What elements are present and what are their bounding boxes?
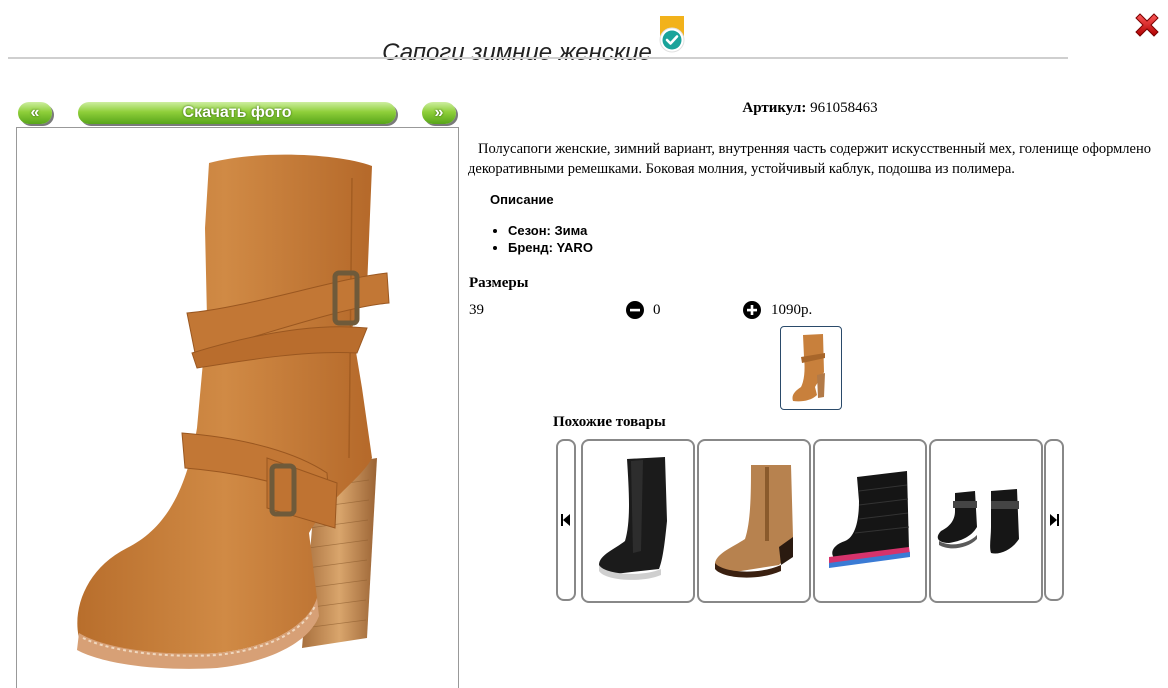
minus-circle-icon [626, 301, 644, 319]
similar-next-button[interactable] [1044, 439, 1064, 601]
prev-photo-button[interactable]: « [18, 102, 52, 124]
similar-title: Похожие товары [553, 414, 666, 430]
similar-prev-button[interactable] [556, 439, 576, 601]
spec-season: Сезон: Зима [508, 222, 593, 239]
tan-suede-boot-image [77, 154, 390, 669]
plus-circle-icon [743, 301, 761, 319]
close-icon [1135, 13, 1159, 37]
sku-label: Артикул: [742, 100, 807, 116]
sizes-title: Размеры [469, 275, 529, 291]
verified-badge-icon [658, 16, 686, 56]
title-divider [8, 57, 1068, 59]
close-button[interactable] [1131, 9, 1163, 41]
price-value: 1090р. [771, 302, 813, 318]
page-title-text: Сапоги зимние женские [382, 39, 652, 66]
download-photo-button[interactable]: Скачать фото [78, 102, 396, 124]
page-title: Сапоги зимние женские [0, 16, 1068, 67]
similar-item-3[interactable] [813, 439, 927, 603]
black-leather-boot-icon [599, 457, 667, 580]
next-photo-button[interactable]: » [422, 102, 456, 124]
photo-thumbnail[interactable] [780, 326, 842, 410]
product-description: Полусапоги женские, зимний вариант, внут… [468, 141, 1151, 177]
quantity-value: 0 [653, 302, 661, 318]
tan-leather-boot-icon [715, 465, 793, 578]
skip-back-icon [561, 514, 570, 526]
similar-item-2[interactable] [697, 439, 811, 603]
similar-item-1[interactable] [581, 439, 695, 603]
decrease-quantity-button[interactable] [626, 301, 644, 319]
tan-boot-thumbnail-icon [792, 334, 825, 402]
spec-list: Сезон: Зима Бренд: YARO [490, 222, 593, 256]
sku-line: Артикул: 961058463 [470, 100, 1150, 117]
similar-item-4[interactable] [929, 439, 1043, 603]
product-photo-frame [16, 127, 459, 688]
spec-title: Описание [490, 192, 554, 207]
black-padded-boot-icon [829, 471, 910, 568]
skip-forward-icon [1050, 514, 1059, 526]
sku-value: 961058463 [810, 100, 878, 116]
increase-quantity-button[interactable] [743, 301, 761, 319]
black-kids-boots-icon [937, 489, 1019, 554]
size-value: 39 [469, 302, 484, 318]
spec-brand: Бренд: YARO [508, 239, 593, 256]
